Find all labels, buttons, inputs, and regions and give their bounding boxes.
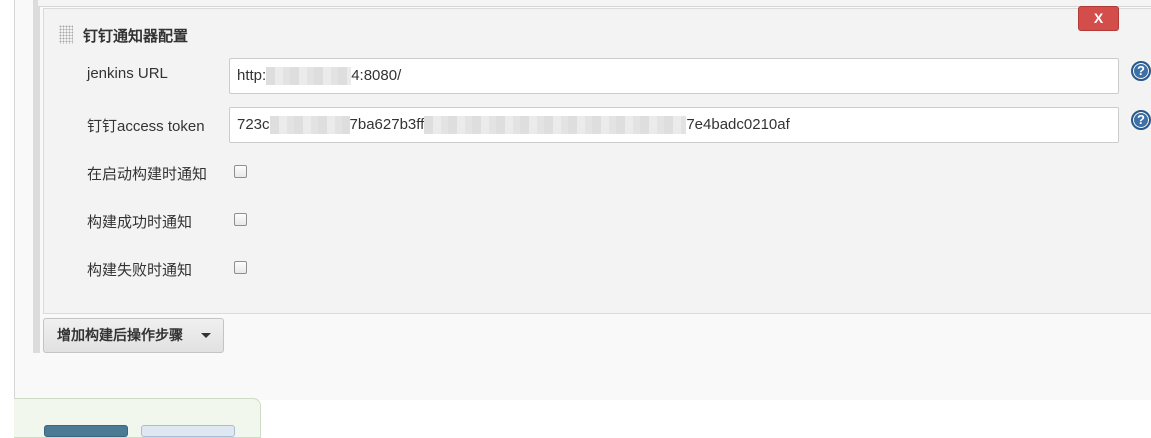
redacted-blur xyxy=(266,67,352,86)
access-token-label: 钉钉access token xyxy=(87,118,205,135)
help-icon[interactable]: ? xyxy=(1131,61,1151,81)
add-post-build-step-label: 增加构建后操作步骤 xyxy=(57,327,183,343)
notify-on-start-checkbox[interactable] xyxy=(234,165,247,178)
save-button[interactable] xyxy=(44,425,128,437)
redacted-blur xyxy=(424,116,687,135)
notify-on-failure-label: 构建失败时通知 xyxy=(87,262,193,279)
add-post-build-step-button[interactable]: 增加构建后操作步骤 xyxy=(43,318,224,353)
dingtalk-notifier-section xyxy=(43,8,1151,314)
previous-section-bottom xyxy=(38,0,1151,7)
jenkins-url-label: jenkins URL xyxy=(87,65,168,82)
drag-handle-icon[interactable] xyxy=(59,25,73,44)
delete-section-button[interactable]: X xyxy=(1078,6,1119,31)
caret-down-icon xyxy=(201,333,211,338)
access-token-value-part3: 7e4badc0210af xyxy=(686,116,790,133)
access-token-value-part1: 723c xyxy=(237,116,270,133)
notify-on-success-checkbox[interactable] xyxy=(234,213,247,226)
redacted-blur xyxy=(269,116,350,135)
apply-button[interactable] xyxy=(141,425,235,437)
section-title: 钉钉通知器配置 xyxy=(83,28,189,45)
jenkins-url-value-suffix: 4:8080/ xyxy=(351,67,402,84)
notify-on-success-label: 构建成功时通知 xyxy=(87,214,193,231)
access-token-input[interactable]: 723c 7ba627b3ff 7e4badc0210af xyxy=(229,107,1119,143)
jenkins-url-value-prefix: http: xyxy=(237,67,267,84)
help-icon[interactable]: ? xyxy=(1131,110,1151,130)
jenkins-url-input[interactable]: http: 4:8080/ xyxy=(229,58,1119,94)
access-token-value-part2: 7ba627b3ff xyxy=(349,116,425,133)
section-rail xyxy=(33,0,40,353)
notify-on-failure-checkbox[interactable] xyxy=(234,261,247,274)
notify-on-start-label: 在启动构建时通知 xyxy=(87,166,208,183)
